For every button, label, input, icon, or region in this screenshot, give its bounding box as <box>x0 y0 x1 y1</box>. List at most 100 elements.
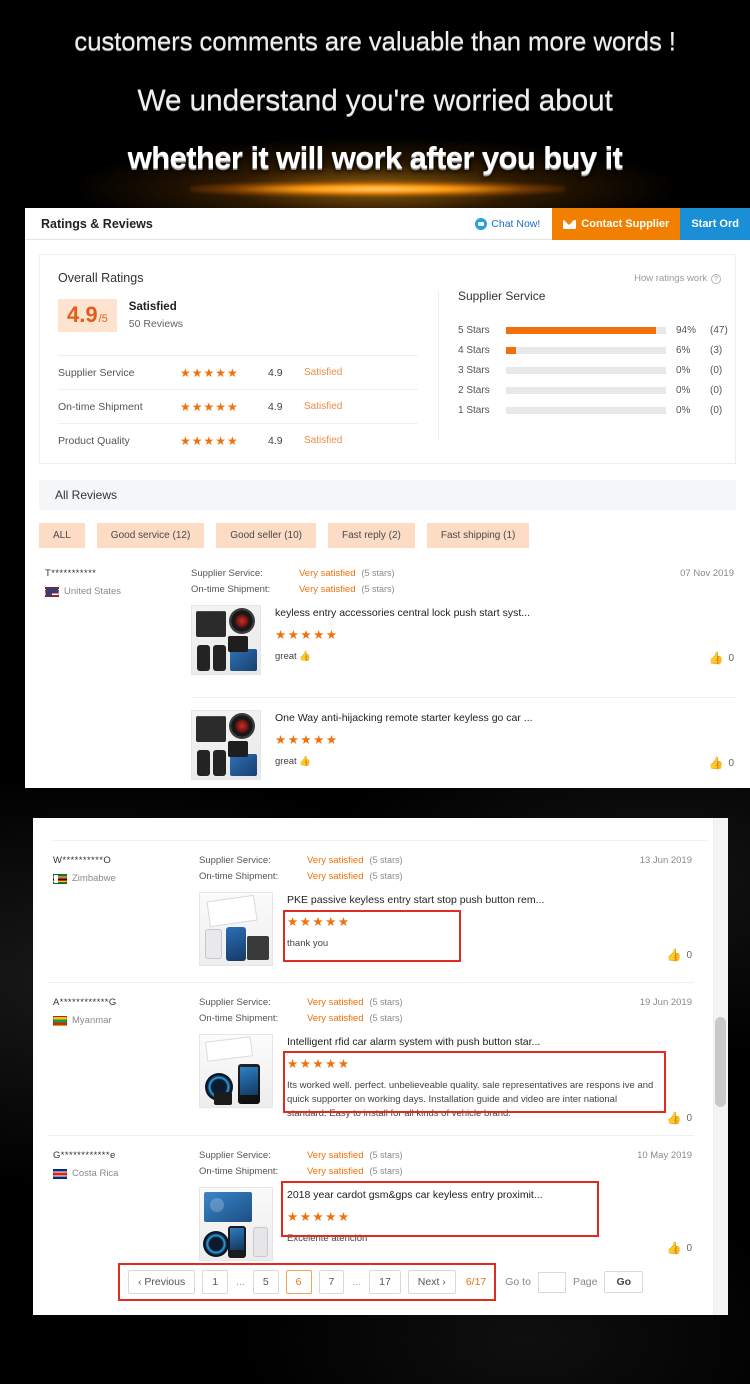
reviewer-country: United States <box>45 586 191 597</box>
goto-page-input[interactable] <box>537 1271 566 1293</box>
product-title[interactable]: One Way anti-hijacking remote starter ke… <box>275 712 736 726</box>
score-value: 4.9 <box>67 302 98 327</box>
page-button-17[interactable]: 17 <box>369 1270 401 1294</box>
product-review-body: 2018 year cardot gsm&gps car keyless ent… <box>281 1181 694 1261</box>
shipment-stars: (5 stars) <box>369 1013 403 1023</box>
star-bar-fill <box>506 326 657 334</box>
product-thumbnail[interactable] <box>199 1034 273 1108</box>
page-button-6-active[interactable]: 6 <box>285 1270 312 1294</box>
star-bar-label: 4 Stars <box>458 344 490 356</box>
page-label: Page <box>572 1276 598 1288</box>
go-button[interactable]: Go <box>604 1271 644 1293</box>
product-title[interactable]: Intelligent rfid car alarm system with p… <box>287 1036 694 1050</box>
star-bar-row: 1 Stars 0% (0) <box>458 400 728 420</box>
how-ratings-work-link[interactable]: How ratings work ? <box>634 273 721 284</box>
ratings-reviews-panel: Ratings & Reviews Chat Now! Contact Supp… <box>25 208 750 788</box>
product-thumbnail[interactable] <box>199 892 273 966</box>
next-page-button[interactable]: Next › <box>407 1270 456 1294</box>
reviewer-info: T*********** United States <box>39 568 191 788</box>
like-button[interactable]: 👍 0 <box>708 651 734 665</box>
star-bar-track <box>506 326 666 334</box>
product-thumbnail[interactable] <box>191 605 261 675</box>
star-bar-row: 4 Stars 6% (3) <box>458 340 728 360</box>
flag-icon-myanmar <box>53 1015 67 1026</box>
like-button[interactable]: 👍 0 <box>708 756 734 770</box>
chat-icon <box>475 218 488 230</box>
filter-tag-fast-shipping[interactable]: Fast shipping (1) <box>426 523 530 548</box>
star-bar-label: 2 Stars <box>458 384 490 396</box>
goto-page-controls: Go to Page Go <box>505 1263 644 1301</box>
supplier-service-line: Supplier Service: Very satisfied (5 star… <box>191 568 736 579</box>
page-ellipsis-left: ... <box>236 1276 245 1288</box>
vertical-divider <box>438 291 439 441</box>
chat-now-label: Chat Now! <box>491 218 541 230</box>
star-bar-percent: 0% <box>676 384 691 396</box>
like-button[interactable]: 👍 0 <box>666 1241 692 1255</box>
hero-glow-accent <box>190 181 565 197</box>
metric-tag: Satisfied <box>304 367 343 378</box>
metric-name: Supplier Service <box>58 366 135 379</box>
flag-icon-united-states <box>45 586 59 597</box>
product-thumbnail[interactable] <box>199 1187 273 1262</box>
supplier-service-stars: (5 stars) <box>369 997 403 1007</box>
filter-tag-good-service[interactable]: Good service (12) <box>96 523 205 548</box>
star-bar-percent: 0% <box>676 404 691 416</box>
shipment-stars: (5 stars) <box>361 584 395 594</box>
page-button-5[interactable]: 5 <box>252 1270 279 1294</box>
star-bar-count: (0) <box>710 404 723 416</box>
review-body: 13 Jun 2019 Supplier Service: Very satis… <box>199 855 694 978</box>
supplier-service-breakdown: Supplier Service 5 Stars 94% (47) 4 Star… <box>458 289 728 420</box>
reviewer-country: Myanmar <box>53 1015 199 1026</box>
like-button[interactable]: 👍 0 <box>666 948 692 962</box>
product-title[interactable]: 2018 year cardot gsm&gps car keyless ent… <box>287 1189 694 1203</box>
reviewer-info: G************e Costa Rica <box>47 1150 199 1273</box>
star-bar-count: (3) <box>710 344 723 356</box>
hero-banner: customers comments are valuable than mor… <box>0 0 750 205</box>
metric-row: Product Quality ★★★★★ 4.9 Satisfied <box>58 423 418 457</box>
goto-label: Go to <box>505 1276 531 1288</box>
envelope-icon <box>563 219 577 229</box>
metric-value: 4.9 <box>268 434 283 447</box>
review-product-item: keyless entry accessories central lock p… <box>191 605 736 687</box>
contact-supplier-label: Contact Supplier <box>581 218 670 230</box>
reviews-count: 50 Reviews <box>128 318 184 330</box>
supplier-service-line: Supplier Service: Very satisfied (5 star… <box>199 1150 694 1161</box>
product-review-body: keyless entry accessories central lock p… <box>275 605 736 675</box>
page-button-7[interactable]: 7 <box>318 1270 345 1294</box>
filter-tag-good-seller[interactable]: Good seller (10) <box>216 523 316 548</box>
review-body: 10 May 2019 Supplier Service: Very satis… <box>199 1150 694 1273</box>
product-review-body: One Way anti-hijacking remote starter ke… <box>275 710 736 780</box>
star-bar-track <box>506 386 666 394</box>
supplier-service-line: Supplier Service: Very satisfied (5 star… <box>199 997 694 1008</box>
previous-page-button[interactable]: ‹ Previous <box>127 1270 196 1294</box>
flag-icon-costa-rica <box>53 1168 67 1179</box>
review-item: W**********O Zimbabwe 13 Jun 2019 Suppli… <box>33 841 728 978</box>
review-product-item: PKE passive keyless entry start stop pus… <box>199 892 694 978</box>
hero-line-3: whether it will work after you buy it <box>127 140 623 175</box>
metric-name: On-time Shipment <box>58 400 143 413</box>
supplier-service-stars: (5 stars) <box>369 855 403 865</box>
filter-tag-fast-reply[interactable]: Fast reply (2) <box>327 523 415 548</box>
shipment-line: On-time Shipment: Very satisfied (5 star… <box>191 584 736 595</box>
all-reviews-label: All Reviews <box>55 488 118 502</box>
chat-now-button[interactable]: Chat Now! <box>463 208 552 240</box>
score-denominator: /5 <box>98 313 108 325</box>
contact-supplier-button[interactable]: Contact Supplier <box>552 208 681 240</box>
star-bar-label: 5 Stars <box>458 324 490 336</box>
review-product-item: One Way anti-hijacking remote starter ke… <box>191 697 736 788</box>
like-button[interactable]: 👍 0 <box>666 1111 692 1125</box>
product-title[interactable]: keyless entry accessories central lock p… <box>275 607 736 621</box>
product-thumbnail[interactable] <box>191 710 261 780</box>
product-rating-stars-icon: ★★★★★ <box>287 914 351 929</box>
metric-stars-icon: ★★★★★ <box>180 365 239 380</box>
start-order-button[interactable]: Start Ord <box>680 208 750 240</box>
review-text: great 👍 <box>275 650 312 662</box>
product-title[interactable]: PKE passive keyless entry start stop pus… <box>287 894 694 908</box>
shipment-line: On-time Shipment: Very satisfied (5 star… <box>199 871 694 882</box>
review-item: G************e Costa Rica 10 May 2019 Su… <box>33 1136 728 1273</box>
filter-tag-all[interactable]: ALL <box>39 523 85 548</box>
review-text: great 👍 <box>275 755 312 767</box>
page-button-1[interactable]: 1 <box>202 1270 229 1294</box>
overall-ratings-title: Overall Ratings <box>58 271 144 285</box>
reviewer-name: T*********** <box>45 568 97 579</box>
